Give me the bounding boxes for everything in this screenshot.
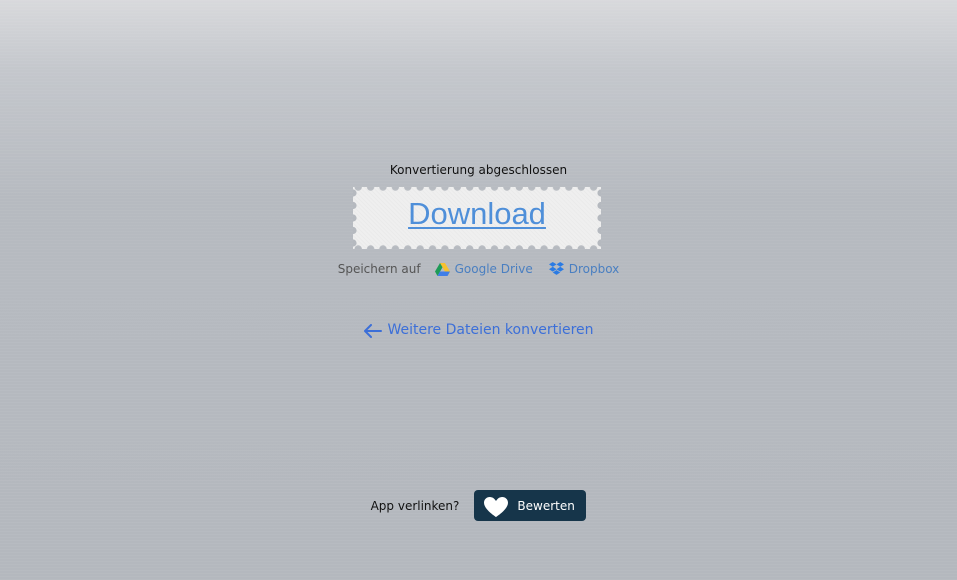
google-drive-icon	[434, 262, 450, 276]
convert-more-label: Weitere Dateien konvertieren	[387, 322, 594, 338]
rate-button[interactable]: Bewerten	[474, 490, 587, 521]
conversion-status: Konvertierung abgeschlossen	[389, 163, 568, 177]
save-to-row: Speichern auf Google Drive Dropbox	[0, 262, 957, 276]
heart-icon	[484, 497, 509, 517]
rate-button-label: Bewerten	[517, 498, 575, 513]
convert-more-link[interactable]: Weitere Dateien konvertieren	[0, 322, 957, 338]
google-drive-label: Google Drive	[454, 262, 533, 276]
link-app-question: App verlinken?	[370, 498, 460, 513]
save-to-label: Speichern auf	[337, 262, 421, 276]
dropbox-button[interactable]: Dropbox	[548, 262, 620, 276]
google-drive-button[interactable]: Google Drive	[434, 262, 533, 276]
arrow-left-icon	[364, 324, 383, 338]
dropbox-icon	[548, 262, 564, 275]
rate-row: App verlinken? Bewerten	[0, 490, 957, 521]
download-link[interactable]: Download	[353, 196, 601, 232]
dropbox-label: Dropbox	[568, 262, 620, 276]
